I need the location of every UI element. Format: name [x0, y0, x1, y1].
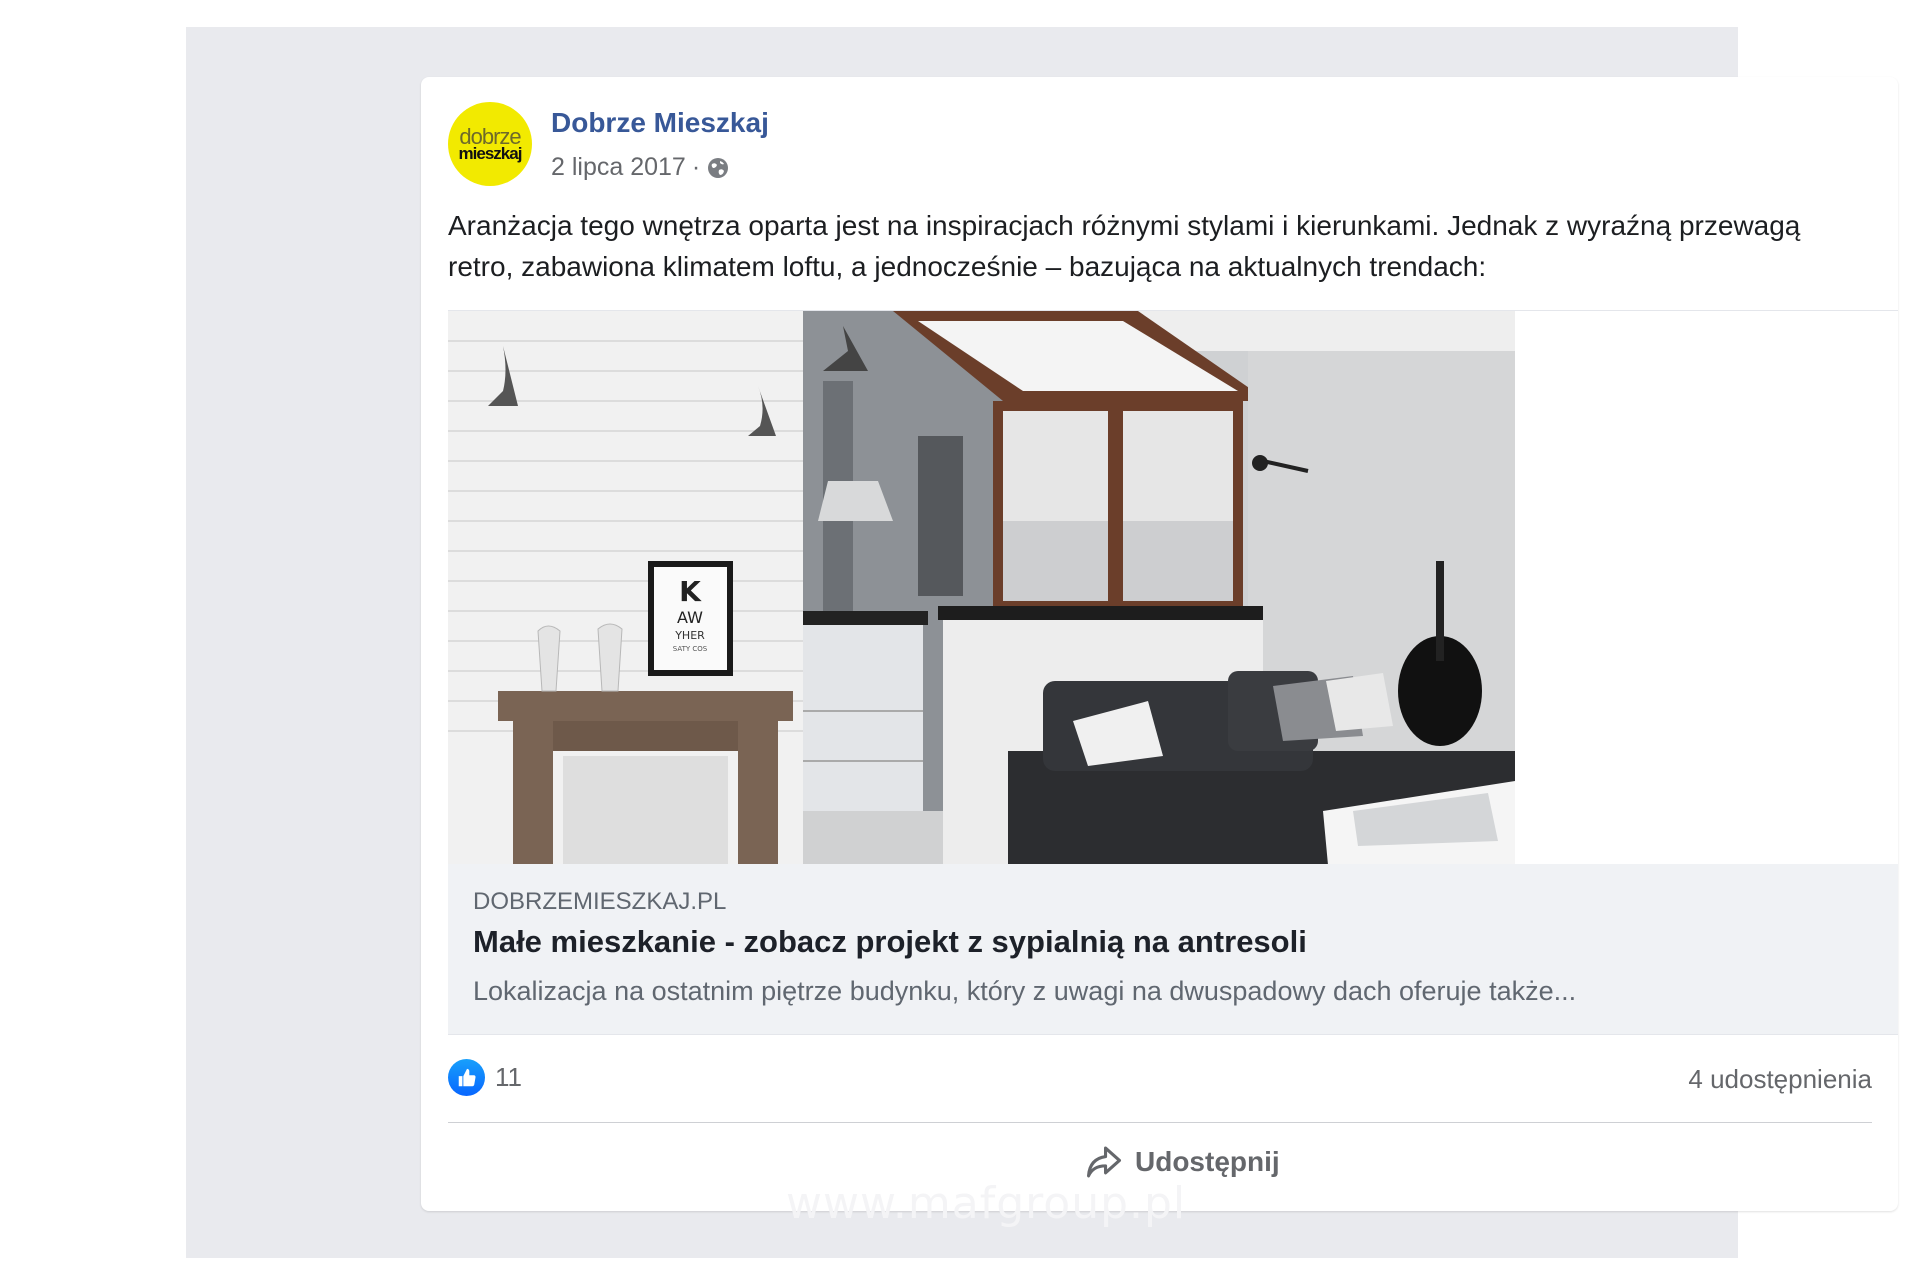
- poster-line-2: AW: [677, 608, 703, 627]
- post-meta: 2 lipca 2017 ·: [551, 153, 730, 182]
- reactions-summary[interactable]: 11: [448, 1059, 522, 1096]
- page-name-link[interactable]: Dobrze Mieszkaj: [551, 107, 769, 139]
- post-card: dobrze mieszkaj Dobrze Mieszkaj 2 lipca …: [421, 77, 1898, 1211]
- poster-letter-k: K: [679, 575, 702, 608]
- poster-line-4: SATY COS: [673, 645, 708, 653]
- share-button-label: Udostępnij: [1135, 1146, 1280, 1177]
- page-avatar[interactable]: dobrze mieszkaj: [448, 102, 532, 186]
- watermark-text: www.mafgroup.pl: [786, 1178, 1187, 1229]
- post-date[interactable]: 2 lipca 2017: [551, 153, 686, 182]
- meta-separator: ·: [691, 153, 701, 181]
- poster-line-3: YHER: [674, 629, 705, 642]
- link-preview-box[interactable]: DOBRZEMIESZKAJ.PL Małe mieszkanie - zoba…: [448, 864, 1898, 1035]
- globe-icon: [708, 157, 729, 178]
- share-button[interactable]: Udostępnij: [1085, 1145, 1280, 1179]
- link-preview-image[interactable]: K AW YHER SATY COS: [448, 310, 1898, 865]
- interior-photo: K AW YHER SATY COS: [448, 311, 1515, 865]
- thumbs-up-icon: [458, 1068, 476, 1086]
- link-description: Lokalizacja na ostatnim piętrze budynku,…: [473, 976, 1577, 1006]
- like-count: 11: [495, 1062, 522, 1092]
- link-title[interactable]: Małe mieszkanie - zobacz projekt z sypia…: [473, 924, 1307, 960]
- link-domain: DOBRZEMIESZKAJ.PL: [473, 888, 727, 915]
- outer-frame: dobrze mieszkaj Dobrze Mieszkaj 2 lipca …: [186, 27, 1898, 1258]
- post-text: Aranżacja tego wnętrza oparta jest na in…: [448, 210, 1801, 282]
- shares-count[interactable]: 4 udostępnienia: [1688, 1064, 1872, 1095]
- avatar-logo-line2: mieszkaj: [458, 144, 523, 163]
- like-reaction-icon: [448, 1059, 485, 1096]
- footer-divider: [448, 1122, 1872, 1123]
- share-arrow-icon: [1087, 1146, 1121, 1178]
